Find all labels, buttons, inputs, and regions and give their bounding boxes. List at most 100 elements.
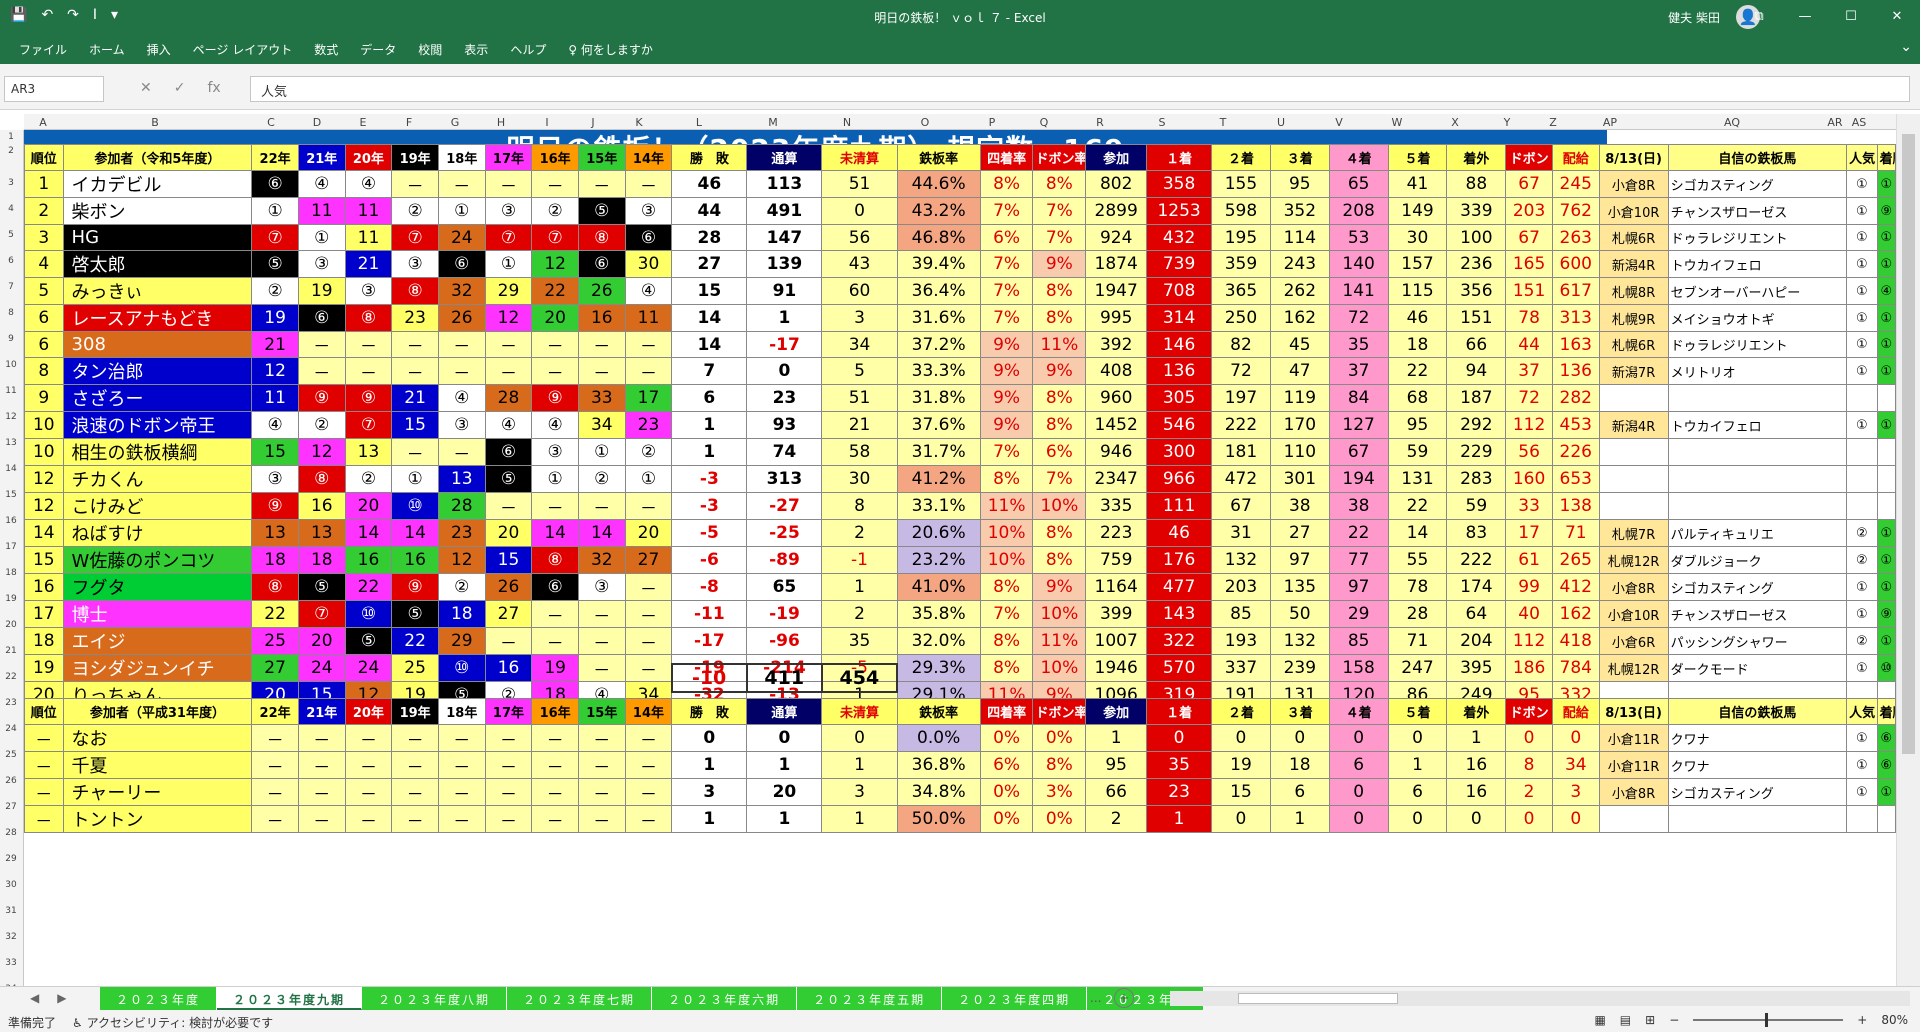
cell[interactable]: － [577, 751, 626, 779]
cell[interactable]: 19 [1211, 751, 1271, 779]
cell[interactable]: － [624, 724, 673, 752]
cell[interactable]: 136 [1551, 357, 1600, 385]
cell[interactable]: 141 [1328, 277, 1389, 305]
row-header[interactable]: 21 [0, 646, 22, 656]
cell[interactable]: -25 [746, 519, 823, 547]
cell[interactable]: － [297, 357, 346, 385]
row-header[interactable]: 26 [0, 776, 22, 786]
table-row[interactable]: 12 チカくん ③ ⑧ ② ① 13 ⑤ ① ② ① -3 313 30 41.2% 8% 7% 2347 966 4… [24, 465, 1896, 493]
cell[interactable]: － [344, 331, 393, 358]
scroll-thumb[interactable] [1902, 134, 1915, 754]
table-row[interactable]: 16 フグタ ⑧ ⑤ 22 ⑨ ② 26 ⑥ ③ － -8 65 1 41.0% 8% 9% 1164 477 203… [24, 573, 1896, 601]
cell[interactable]: 95 [1387, 411, 1448, 439]
cell[interactable]: 16 [1446, 751, 1507, 779]
cell[interactable]: 0 [1446, 805, 1507, 833]
cell[interactable]: 博士 [62, 600, 253, 628]
cell[interactable]: 9% [1032, 357, 1087, 385]
cell[interactable]: 34.8% [896, 778, 981, 806]
cell[interactable]: ⑥ [437, 250, 486, 278]
cell[interactable]: 31 [1211, 519, 1271, 547]
cell[interactable]: 55 [1387, 546, 1448, 574]
cell[interactable]: 16 [577, 304, 626, 332]
zoom-slider[interactable] [1693, 1013, 1844, 1027]
cell[interactable]: ⑨ [251, 492, 299, 520]
cell[interactable]: 29 [1328, 600, 1389, 628]
column-header[interactable]: H [478, 116, 524, 129]
cell[interactable]: 17 [24, 600, 64, 628]
cell[interactable]: チャンスザローゼス [1667, 600, 1848, 628]
cell[interactable]: 8% [979, 627, 1034, 655]
cell[interactable]: 8% [1032, 170, 1087, 198]
cell[interactable]: － [344, 751, 393, 779]
cell[interactable]: ⑦ [531, 224, 579, 251]
row-header[interactable]: 31 [0, 906, 22, 916]
cell[interactable]: 1 [671, 751, 748, 779]
header-cell[interactable]: ２着 [1211, 144, 1271, 171]
cell[interactable]: セブンオーバーハピー [1667, 277, 1848, 305]
cell[interactable]: 292 [1446, 411, 1507, 439]
cell[interactable]: 21 [821, 411, 898, 439]
cell[interactable]: 15 [484, 546, 533, 574]
totals-cell[interactable] [897, 664, 980, 692]
header-cell[interactable]: 15年 [577, 698, 626, 725]
cell[interactable]: － [624, 573, 673, 601]
accessibility-status[interactable]: ♿ アクセシビリティ: 検討が必要です [72, 1014, 273, 1031]
row-header[interactable]: 25 [0, 750, 22, 760]
cell[interactable]: 0% [979, 724, 1034, 752]
cell[interactable]: ⑥ [251, 170, 299, 198]
totals-cell[interactable] [1270, 664, 1329, 692]
cell[interactable]: 20.6% [896, 519, 981, 547]
totals-cell[interactable]: 411 [745, 663, 823, 693]
cell[interactable]: 8 [1505, 751, 1553, 779]
cell[interactable]: 30 [624, 250, 673, 278]
cell[interactable]: 31.7% [896, 438, 981, 466]
cell[interactable]: 12 [297, 438, 346, 466]
cell[interactable]: -11 [671, 600, 748, 628]
cell[interactable]: トウカイフェロ [1667, 411, 1848, 439]
cell[interactable]: 203 [1211, 573, 1271, 601]
cell[interactable]: 91 [746, 277, 823, 305]
cell[interactable]: 新潟4R [1598, 250, 1669, 278]
cell[interactable]: 8% [1032, 751, 1087, 779]
cell[interactable]: － [484, 357, 533, 385]
cell[interactable]: 35 [1328, 331, 1389, 358]
cell[interactable]: － [251, 751, 299, 779]
cell[interactable]: 10% [979, 519, 1034, 547]
header-cell[interactable]: 22年 [251, 144, 299, 171]
cell[interactable]: 222 [1211, 411, 1271, 439]
cell[interactable]: ⑤ [484, 465, 533, 493]
header-cell[interactable]: 四着率 [979, 698, 1034, 725]
row-header[interactable]: 7 [0, 282, 22, 292]
cell[interactable]: 27 [671, 250, 748, 278]
cell[interactable]: ② [344, 465, 393, 493]
cell[interactable]: 58 [821, 438, 898, 466]
cell[interactable]: 1452 [1085, 411, 1148, 439]
cell[interactable]: － [624, 600, 673, 628]
header-cell[interactable]: 人気 [1846, 144, 1878, 171]
cell[interactable]: ⑧ [577, 224, 626, 251]
sheet-tab[interactable]: ２０２３年度七期 [507, 987, 653, 1010]
cell[interactable]: 16 [344, 546, 393, 574]
totals-cell[interactable]: -10 [670, 663, 748, 693]
zoom-level[interactable]: 80% [1881, 1013, 1908, 1027]
cell[interactable]: 15 [24, 546, 64, 574]
cell[interactable]: ① [297, 224, 346, 251]
cell[interactable]: 3 [821, 304, 898, 332]
cell[interactable]: 7% [979, 250, 1034, 278]
cell[interactable]: ⑧ [297, 465, 346, 493]
cell[interactable]: － [437, 438, 486, 466]
table-row[interactable]: －トントン－－－－－－－－－ 1 1 1 50.0% 0% 0% 2 1 0 1 0 0 0 0 0 [24, 805, 1896, 833]
cell[interactable]: 71 [1387, 627, 1448, 655]
cell[interactable]: － [24, 724, 64, 752]
name-box[interactable]: AR3 [4, 76, 104, 102]
cell[interactable]: さざろー [62, 384, 253, 412]
cell[interactable]: 762 [1551, 197, 1600, 225]
header-cell[interactable]: 未清算 [821, 144, 898, 171]
totals-cell[interactable] [1147, 664, 1212, 692]
cell[interactable]: 小倉8R [1598, 778, 1669, 806]
cell[interactable]: 27 [624, 546, 673, 574]
cell[interactable]: こけみど [62, 492, 253, 520]
column-header[interactable]: B [62, 116, 248, 129]
cell[interactable]: ① [1876, 224, 1896, 251]
cell[interactable]: － [531, 627, 579, 655]
